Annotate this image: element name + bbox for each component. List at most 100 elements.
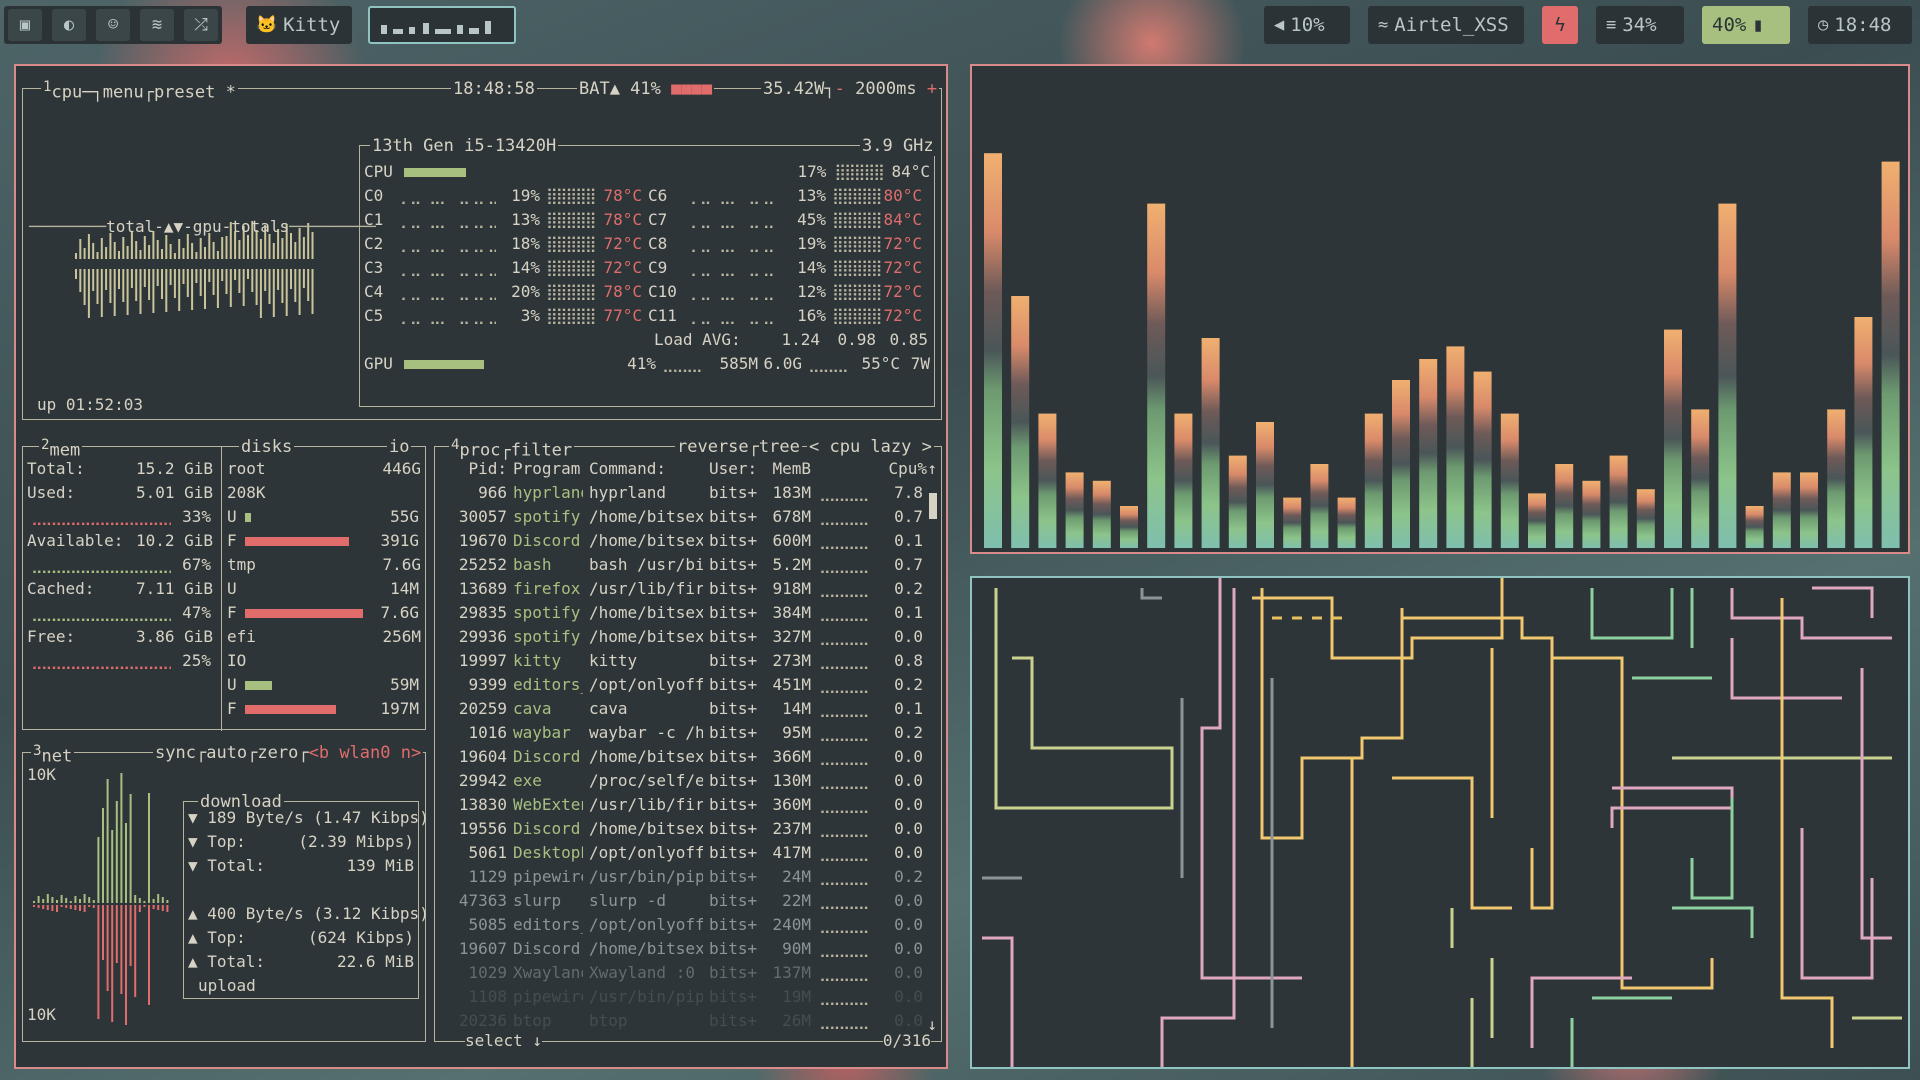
process-row[interactable]: 19607 Discord/home/bitsex bits+ 90M ⣀⣀⣀⣀⣀ 0.0 bbox=[435, 937, 923, 961]
btop-window[interactable]: 1cpu─┐menu┌preset * 18:48:58 BAT▲ 41% ■■… bbox=[14, 64, 948, 1069]
shuffle-icon[interactable]: ⤮ bbox=[184, 9, 218, 41]
process-row[interactable]: 19670 Discord/home/bitsex bits+ 600M ⣀⣀⣀⣀⣀ 0.… bbox=[435, 529, 923, 553]
net-upload-bar bbox=[60, 905, 63, 907]
zero-button[interactable]: zero bbox=[257, 743, 298, 763]
cpu-graph-bar bbox=[259, 269, 262, 318]
cpu-graph-bar bbox=[234, 269, 237, 280]
reverse-button[interactable]: reverse bbox=[677, 437, 749, 457]
cava-bar bbox=[1718, 203, 1737, 548]
cpu-graph-bar bbox=[255, 269, 258, 305]
cpu-graph-bar bbox=[302, 269, 305, 288]
browser-icon[interactable]: ◐ bbox=[52, 9, 86, 41]
io-title: io bbox=[387, 437, 412, 457]
core-row: C5⡀⣀⠀⣀⡀⠀⣀⢀⡀⣀3%⣿⣿⣿⣿⣿77°CC11⡀⣀⠀⣀⡀⠀⣀⢀⡀⣀16%⣿… bbox=[364, 306, 922, 325]
pipes-window[interactable] bbox=[970, 576, 1910, 1069]
net-upload-bar bbox=[166, 905, 169, 912]
process-row[interactable]: 20259 cava cava bits+ 14M ⣀⣀⣀⣀⣀ 0.1 bbox=[435, 697, 923, 721]
disk-tmp_f-row: F 7.6G bbox=[227, 603, 419, 622]
cava-bar bbox=[1881, 161, 1900, 548]
cava-bar bbox=[1174, 413, 1193, 548]
cava-bar bbox=[1528, 493, 1546, 548]
mem-box: 2mem disks io Total: 15.2 GiB Used: 5.01 Gi… bbox=[22, 437, 426, 731]
process-row[interactable]: 29835 spotify/home/bitsex bits+ 384M ⣀⣀⣀⣀⣀ 0.… bbox=[435, 601, 923, 625]
net-download-bar bbox=[69, 901, 72, 903]
process-row[interactable]: 30057 spotify/home/bitsex bits+ 678M ⣀⣀⣀⣀⣀ 0.… bbox=[435, 505, 923, 529]
disk-root-row: root 446G bbox=[227, 459, 421, 478]
process-row[interactable]: 19997 kitty kitty bits+ 273M ⣀⣀⣀⣀⣀ 0.8 bbox=[435, 649, 923, 673]
net-upload-bar bbox=[65, 905, 68, 908]
spotify-icon[interactable]: ≋ bbox=[140, 9, 174, 41]
disk-tmp-row: tmp 7.6G bbox=[227, 555, 421, 574]
process-row[interactable]: 9399 editors_/opt/onlyoff bits+ 451M ⣀⣀⣀⣀⣀ 0.… bbox=[435, 673, 923, 697]
process-row[interactable]: 1029 Xwayland Xwayland :0 bits+ 137M ⣀⣀⣀⣀⣀ 0.0 bbox=[435, 961, 923, 985]
process-row[interactable]: 29942 exe/proc/self/e bits+ 130M ⣀⣀⣀⣀⣀ 0.0 bbox=[435, 769, 923, 793]
discord-icon[interactable]: ☺ bbox=[96, 9, 130, 41]
process-row[interactable]: 29936 spotify/home/bitsex bits+ 327M ⣀⣀⣀⣀⣀ 0.… bbox=[435, 625, 923, 649]
process-row[interactable]: 1016 waybar waybar -c /h bits+ 95M ⣀⣀⣀⣀⣀ 0.2 bbox=[435, 721, 923, 745]
cpu-graph-bar bbox=[135, 241, 138, 259]
process-row[interactable]: 25252 bash bash /usr/bi bits+ 5.2M ⣀⣀⣀⣀⣀ 0.7 bbox=[435, 553, 923, 577]
terminal-icon[interactable]: ▣ bbox=[8, 9, 42, 41]
cpu-graph-bar bbox=[281, 238, 284, 259]
menu-button[interactable]: menu bbox=[103, 83, 144, 103]
net-download-bar bbox=[51, 897, 54, 903]
wifi-widget[interactable]: ≈ Airtel_XSS bbox=[1368, 6, 1524, 44]
power-profile-button[interactable]: ϟ bbox=[1542, 6, 1578, 44]
proc-scrollbar[interactable] bbox=[929, 493, 937, 519]
process-row[interactable]: 19556 Discord/home/bitsex bits+ 237M ⣀⣀⣀⣀⣀ 0.… bbox=[435, 817, 923, 841]
interface-selector[interactable]: <b wlan0 n> bbox=[309, 743, 422, 763]
cpu-graph-bar bbox=[199, 238, 202, 259]
proc-header: Pid: Program: Command: User: MemB Cpu% bbox=[468, 459, 927, 478]
lightning-icon: ϟ bbox=[1554, 14, 1566, 36]
clock-widget[interactable]: ◷ 18:48 bbox=[1808, 6, 1912, 44]
cpu-graph-bar bbox=[156, 269, 159, 286]
core-row: C2⡀⣀⠀⣀⡀⠀⣀⢀⡀⣀18%⣿⣿⣿⣿⣿72°CC8⡀⣀⠀⣀⡀⠀⣀⢀⡀⣀19%⣿… bbox=[364, 234, 922, 253]
process-row[interactable]: 13689 firefox/usr/lib/fir bits+ 918M ⣀⣀⣀⣀⣀ 0.… bbox=[435, 577, 923, 601]
process-row[interactable]: 19604 Discord/home/bitsex bits+ 366M ⣀⣀⣀⣀⣀ 0.… bbox=[435, 745, 923, 769]
net-download-bar bbox=[83, 894, 86, 903]
process-row[interactable]: 5061 DesktopE/opt/onlyoff bits+ 417M ⣀⣀⣀⣀⣀ 0.… bbox=[435, 841, 923, 865]
core-row: C3⡀⣀⠀⣀⡀⠀⣀⢀⡀⣀14%⣿⣿⣿⣿⣿72°CC9⡀⣀⠀⣀⡀⠀⣀⢀⡀⣀14%⣿… bbox=[364, 258, 922, 277]
cpu-widget[interactable]: ≡ 34% bbox=[1596, 6, 1684, 44]
select-label[interactable]: select ↓ bbox=[465, 1029, 543, 1053]
cpu-box: 1cpu─┐menu┌preset * 18:48:58 BAT▲ 41% ■■… bbox=[22, 79, 942, 420]
battery-widget[interactable]: 40% ▮ bbox=[1702, 6, 1790, 44]
interval-minus-button[interactable]: - bbox=[835, 79, 845, 99]
cpu-graph-bar bbox=[182, 269, 185, 284]
cava-window[interactable] bbox=[970, 64, 1910, 554]
disk-efi-row: efi 256M bbox=[227, 627, 421, 646]
net-upload-bar bbox=[56, 905, 58, 912]
clock-icon: ◷ bbox=[1818, 15, 1829, 35]
cpu-graph-bar bbox=[208, 269, 211, 282]
cpu-graph-bar bbox=[212, 242, 215, 259]
auto-button[interactable]: auto bbox=[206, 743, 247, 763]
cpu-header: 1cpu─┐menu┌preset * bbox=[41, 79, 238, 103]
net-upload-bar bbox=[92, 905, 95, 908]
sync-button[interactable]: sync bbox=[155, 743, 196, 763]
process-row[interactable]: 1129 pipewire/usr/bin/pip bits+ 24M ⣀⣀⣀⣀⣀ 0.2 bbox=[435, 865, 923, 889]
process-row[interactable]: 1108 pipewire/usr/bin/pip bits+ 19M ⣀⣀⣀⣀⣀ 0.0 bbox=[435, 985, 923, 1009]
tree-button[interactable]: tree bbox=[759, 437, 800, 457]
net-upload-bar bbox=[42, 905, 45, 909]
cava-bar bbox=[1555, 464, 1574, 548]
mem-avail-row: Available: 10.2 GiB bbox=[27, 531, 213, 550]
kitty-workspace[interactable]: 🐱 Kitty bbox=[246, 6, 352, 44]
process-row[interactable]: 966 hyprland hyprland bits+ 183M ⣀⣀⣀⣀⣀ 7.8 bbox=[435, 481, 923, 505]
mem-cached-meter: ⣀⣀⣀⣀⣀⣀⣀⣀⣀⣀⣀⣀⣀⣀⣀⣀⣀⣀⣀⣀⣀47% bbox=[31, 603, 211, 622]
cpu-graph-bar bbox=[92, 269, 95, 291]
scroll-up-icon[interactable]: ↑ bbox=[927, 457, 937, 481]
cpu-graph-bar bbox=[264, 269, 267, 291]
cpu-graph-bar bbox=[105, 247, 108, 259]
interval-plus-button[interactable]: + bbox=[927, 79, 937, 99]
process-row[interactable]: 5085 editors_/opt/onlyoff bits+ 240M ⣀⣀⣀⣀⣀ 0.… bbox=[435, 913, 923, 937]
process-row[interactable]: 47363 slurp slurp -d bits+ 22M ⣀⣀⣀⣀⣀ 0.0 bbox=[435, 889, 923, 913]
core-row: C1⡀⣀⠀⣀⡀⠀⣀⢀⡀⣀13%⣿⣿⣿⣿⣿78°CC7⡀⣀⠀⣀⡀⠀⣀⢀⡀⣀45%⣿… bbox=[364, 210, 922, 229]
sort-mode-selector[interactable]: < cpu lazy > bbox=[807, 437, 934, 457]
cpu-graph-bar bbox=[216, 269, 219, 308]
pipes-screensaver bbox=[982, 578, 1902, 1067]
disk-efi_u-row: U 59M bbox=[227, 675, 419, 694]
net-upload-bar bbox=[125, 905, 127, 1025]
volume-widget[interactable]: ◀ 10% bbox=[1264, 6, 1350, 44]
preset-button[interactable]: preset * bbox=[154, 83, 236, 103]
process-row[interactable]: 13830 WebExten/usr/lib/fir bits+ 360M ⣀⣀⣀⣀⣀ 0… bbox=[435, 793, 923, 817]
